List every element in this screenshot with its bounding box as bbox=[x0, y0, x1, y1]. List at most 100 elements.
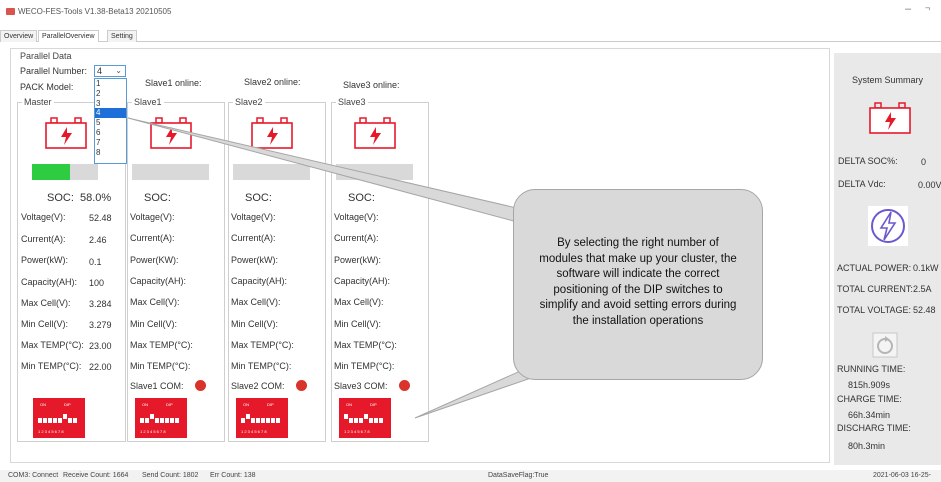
slave-capacity-label: Capacity(AH): bbox=[334, 275, 391, 286]
master-max-cell-label: Max Cell(V): bbox=[21, 298, 71, 308]
dip-switch-graphic: ON DIP 1 2 3 4 5 6 7 8 bbox=[140, 402, 179, 434]
status-send: Send Count: 1802 bbox=[142, 472, 199, 479]
master-capacity-value: 100 bbox=[89, 278, 105, 288]
master-voltage-value: 52.48 bbox=[89, 213, 112, 223]
discharge-time-label: DISCHARG TIME: bbox=[837, 423, 911, 433]
minimize-button[interactable]: – bbox=[905, 3, 911, 15]
master-min-temp-label: Min TEMP(°C): bbox=[21, 361, 82, 371]
maximize-button[interactable]: ¬ bbox=[925, 3, 930, 13]
dip-on-text: ON bbox=[243, 402, 249, 407]
option-item[interactable]: 6 bbox=[95, 128, 126, 138]
battery-icon bbox=[354, 117, 396, 149]
callout-note: By selecting the right number of modules… bbox=[513, 189, 763, 380]
slave-soc-bar bbox=[132, 164, 209, 180]
slave-min-temp-label: Min TEMP(°C): bbox=[231, 361, 292, 372]
slave-current-label: Current(A): bbox=[231, 233, 276, 244]
tab-setting[interactable]: Setting bbox=[107, 30, 137, 42]
master-voltage-label: Voltage(V): bbox=[21, 212, 66, 222]
master-max-cell-value: 3.284 bbox=[89, 299, 112, 309]
status-err: Err Count: 138 bbox=[210, 472, 256, 479]
refresh-icon[interactable] bbox=[872, 332, 898, 358]
dip-numbers-text: 1 2 3 4 5 6 7 8 bbox=[38, 429, 64, 434]
status-com: COM3: Connect bbox=[8, 472, 59, 479]
pack-model-label: PACK Model: bbox=[20, 82, 74, 92]
delta-soc-label: DELTA SOC%: bbox=[838, 156, 898, 166]
master-power-value: 0.1 bbox=[89, 257, 102, 267]
option-item[interactable]: 7 bbox=[95, 138, 126, 148]
slave-max-cell-label: Max Cell(V): bbox=[334, 297, 384, 308]
master-max-temp-value: 23.00 bbox=[89, 341, 112, 351]
slave-voltage-label: Voltage(V): bbox=[334, 212, 379, 222]
dip-numbers-text: 1 2 3 4 5 6 7 8 bbox=[241, 429, 267, 434]
slave-max-temp-label: Max TEMP(°C): bbox=[334, 339, 397, 350]
slave-soc-label: SOC: bbox=[245, 192, 272, 204]
actual-power-label: ACTUAL POWER: bbox=[837, 263, 912, 273]
running-time-value: 815h.909s bbox=[848, 380, 891, 390]
slave3-online-label: Slave3 online: bbox=[343, 80, 400, 90]
option-item-selected[interactable]: 4 bbox=[95, 108, 126, 119]
slave-title: Slave1 bbox=[132, 97, 164, 107]
option-item[interactable]: 1 bbox=[95, 79, 126, 89]
dip-label-text: DIP bbox=[166, 402, 173, 407]
parallel-number-value: 4 bbox=[97, 66, 103, 76]
master-capacity-label: Capacity(AH): bbox=[21, 277, 78, 287]
dip-switch-graphic: ON DIP 1 2 3 4 5 6 7 8 bbox=[241, 402, 280, 434]
option-item[interactable]: 2 bbox=[95, 89, 126, 99]
slave-voltage-label: Voltage(V): bbox=[130, 212, 175, 222]
master-min-temp-value: 22.00 bbox=[89, 362, 112, 372]
total-voltage-label: TOTAL VOLTAGE: bbox=[837, 305, 912, 315]
delta-vdc-label: DELTA Vdc: bbox=[838, 179, 886, 189]
slave-capacity-label: Capacity(AH): bbox=[231, 275, 288, 286]
parallel-data-title: Parallel Data bbox=[18, 51, 74, 61]
master-soc-value: 58.0% bbox=[80, 192, 112, 204]
status-flag: DataSaveFlag:True bbox=[488, 472, 549, 479]
slave2-online-label: Slave2 online: bbox=[244, 77, 301, 87]
parallel-number-options: 1 2 3 4 5 6 7 8 bbox=[94, 78, 127, 164]
slave-min-temp-label: Min TEMP(°C): bbox=[334, 361, 395, 372]
slave-min-cell-label: Min Cell(V): bbox=[130, 318, 178, 329]
com-status-led bbox=[399, 380, 410, 391]
slave-soc-label: SOC: bbox=[348, 192, 375, 204]
battery-icon bbox=[45, 117, 87, 149]
tab-overview[interactable]: Overview bbox=[0, 30, 38, 42]
slave-soc-bar bbox=[336, 164, 413, 180]
option-item[interactable]: 3 bbox=[95, 99, 126, 109]
battery-icon bbox=[251, 117, 293, 149]
slave-card bbox=[331, 102, 429, 442]
discharge-time-value: 80h.3min bbox=[848, 441, 886, 451]
slave-soc-label: SOC: bbox=[144, 192, 171, 204]
slave-card bbox=[228, 102, 326, 442]
slave1-online-label: Slave1 online: bbox=[145, 78, 202, 88]
power-lightning-icon bbox=[868, 206, 908, 246]
com-status-led bbox=[195, 380, 206, 391]
slave-max-temp-label: Max TEMP(°C): bbox=[130, 339, 193, 350]
parallel-number-select[interactable]: 4 ⌄ bbox=[94, 65, 126, 77]
dip-numbers-text: 1 2 3 4 5 6 7 8 bbox=[140, 429, 166, 434]
delta-vdc-value: 0.00V bbox=[918, 180, 941, 190]
slave-power-label: Power(kW): bbox=[334, 254, 381, 265]
slave-max-cell-label: Max Cell(V): bbox=[130, 297, 180, 308]
master-power-label: Power(kW): bbox=[21, 255, 68, 265]
option-item[interactable]: 5 bbox=[95, 118, 126, 128]
slave-dip-switch: ON DIP 1 2 3 4 5 6 7 8 bbox=[236, 398, 288, 438]
dip-numbers-text: 1 2 3 4 5 6 7 8 bbox=[344, 429, 370, 434]
slave-current-label: Current(A): bbox=[130, 233, 175, 244]
status-datetime: 2021-06-03 16-25- bbox=[873, 472, 931, 479]
slave-com-label: Slave3 COM: bbox=[334, 381, 388, 391]
slave-capacity-label: Capacity(AH): bbox=[130, 275, 187, 286]
delta-soc-value: 0 bbox=[921, 157, 927, 167]
master-dip-switch: ON DIP 1 2 3 4 5 6 7 8 bbox=[33, 398, 85, 438]
app-logo-icon bbox=[6, 8, 15, 15]
slave-title: Slave3 bbox=[336, 97, 368, 107]
master-max-temp-label: Max TEMP(°C): bbox=[21, 340, 84, 350]
charge-time-value: 66h.34min bbox=[848, 410, 891, 420]
slave-power-label: Power(kW): bbox=[231, 254, 278, 265]
slave-power-label: Power(KW): bbox=[130, 254, 179, 265]
charge-time-label: CHARGE TIME: bbox=[837, 394, 902, 404]
system-summary-panel: System Summary DELTA SOC%: 0 DELTA Vdc: … bbox=[834, 53, 941, 465]
tab-parallel-overview[interactable]: ParallelOverview bbox=[38, 30, 99, 42]
running-time-label: RUNNING TIME: bbox=[837, 364, 906, 374]
option-item[interactable]: 8 bbox=[95, 148, 126, 158]
title-bar: WECO-FES-Tools V1.38-Beta13 20210505 – ¬ bbox=[0, 0, 941, 22]
total-voltage-value: 52.48 bbox=[913, 305, 936, 315]
